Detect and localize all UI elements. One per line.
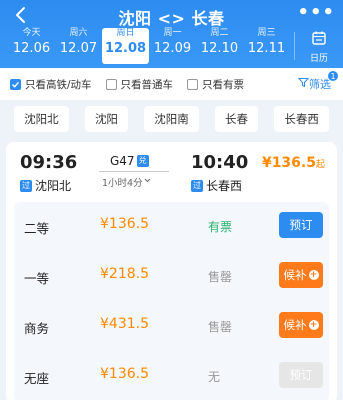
duration-text: 1小时4分 [102, 178, 143, 189]
seat-status: 有票 [208, 220, 233, 234]
seat-name: 一等 [24, 271, 50, 286]
date-tab-1[interactable]: 周六 12.07 [55, 28, 102, 64]
min-price-value: ¥136.5 [261, 155, 316, 171]
station-chips: 沈阳北 沈阳 沈阳南 长春 长春西 [0, 100, 343, 138]
book-button-disabled[interactable]: 预订 [279, 362, 323, 388]
seat-row-no-seat: 无座 ¥136.5 无 预订 [14, 352, 329, 400]
station-chip[interactable]: 长春 [215, 106, 259, 132]
route-line [99, 171, 169, 172]
station-chip[interactable]: 沈阳北 [14, 106, 69, 132]
plus-icon: + [308, 320, 319, 330]
route-title: 沈阳 <> 长春 [118, 9, 225, 28]
seat-name: 无座 [24, 371, 50, 386]
waitlist-button-label: 候补 [283, 318, 307, 332]
book-button-label: 预订 [289, 368, 313, 382]
filter-label: 只看普通车 [120, 78, 174, 91]
seat-status: 无 [208, 370, 221, 384]
departure-time: 09:36 [20, 152, 78, 173]
filter-button[interactable]: 筛选 1 [297, 70, 339, 92]
seat-row-second-class: 二等 ¥136.5 有票 预订 [14, 202, 329, 252]
filter-bar: 只看高铁/动车 只看普通车 只看有票 筛选 1 [0, 68, 343, 100]
date-value: 12.11 [247, 41, 286, 56]
date-tab-5[interactable]: 周三 12.11 [243, 28, 290, 64]
train-card[interactable]: 09:36 G47 兑 1小时4分 10:40 ¥136.5起 过 沈阳北 过 … [6, 142, 337, 400]
calendar-button[interactable]: 日历 [299, 30, 339, 64]
date-value: 12.07 [59, 41, 98, 56]
departure-station-name: 沈阳北 [35, 179, 72, 193]
arrival-station-name: 长春西 [206, 179, 243, 193]
seat-price: ¥136.5 [100, 366, 149, 382]
seat-list: 二等 ¥136.5 有票 预订 一等 ¥218.5 售罄 候补 + 商务 ¥43… [14, 202, 329, 400]
book-button-label: 预订 [289, 218, 313, 232]
checkbox-checked-icon [10, 78, 21, 90]
header: 沈阳 <> 长春 ••• 今天 12.06 周六 12.07 周日 12.08 … [0, 0, 343, 68]
min-price-suffix: 起 [315, 160, 325, 170]
seat-status: 售罄 [208, 270, 233, 284]
chevron-down-icon [143, 176, 152, 188]
seat-price: ¥218.5 [100, 266, 149, 282]
seat-name: 商务 [24, 321, 50, 336]
pass-tag-icon: 过 [20, 179, 32, 192]
station-chip[interactable]: 长春西 [274, 106, 329, 132]
date-value: 12.08 [104, 41, 147, 56]
date-value: 12.10 [200, 41, 239, 56]
more-icon[interactable]: ••• [297, 2, 335, 23]
date-tab-2-selected[interactable]: 周日 12.08 [102, 28, 149, 64]
seat-price: ¥431.5 [100, 316, 149, 332]
filter-label: 只看有票 [202, 78, 245, 91]
arrival-station: 过 长春西 [191, 177, 242, 194]
date-tab-3[interactable]: 周一 12.09 [149, 28, 196, 64]
filter-normal-checkbox[interactable]: 只看普通车 [105, 77, 174, 92]
date-tab-4[interactable]: 周二 12.10 [196, 28, 243, 64]
train-number: G47 兑 [110, 154, 149, 168]
date-weekday: 周六 [69, 28, 88, 38]
date-weekday: 今天 [22, 28, 41, 38]
waitlist-button-label: 候补 [283, 268, 307, 282]
checkbox-icon [187, 78, 199, 90]
seat-row-first-class: 一等 ¥218.5 售罄 候补 + [14, 252, 329, 302]
filter-highspeed-checkbox[interactable]: 只看高铁/动车 [10, 77, 92, 92]
date-weekday: 周一 [163, 28, 182, 38]
book-button[interactable]: 预订 [279, 212, 323, 238]
calendar-icon [311, 31, 327, 50]
station-chip[interactable]: 沈阳 [84, 106, 128, 132]
waitlist-button[interactable]: 候补 + [279, 312, 323, 338]
arrival-time: 10:40 [191, 152, 249, 173]
divider [294, 32, 295, 60]
funnel-icon [297, 77, 310, 91]
train-tag-badge: 兑 [136, 155, 149, 167]
checkbox-icon [105, 78, 117, 90]
plus-icon: + [308, 270, 319, 280]
seat-price: ¥136.5 [100, 216, 149, 232]
date-value: 12.09 [153, 41, 192, 56]
filter-label: 只看高铁/动车 [25, 78, 92, 91]
waitlist-button[interactable]: 候补 + [279, 262, 323, 288]
seat-name: 二等 [24, 221, 50, 236]
date-strip: 今天 12.06 周六 12.07 周日 12.08 周一 12.09 周二 1… [8, 28, 290, 64]
calendar-label: 日历 [309, 54, 328, 64]
seat-status: 售罄 [208, 320, 233, 334]
duration[interactable]: 1小时4分 [102, 175, 152, 189]
date-weekday: 周日 [116, 28, 135, 38]
date-weekday: 周三 [257, 28, 276, 38]
departure-station: 过 沈阳北 [20, 177, 71, 194]
filter-count-badge: 1 [327, 70, 339, 82]
date-weekday: 周二 [210, 28, 229, 38]
date-value: 12.06 [12, 41, 51, 56]
station-chip[interactable]: 沈阳南 [144, 106, 199, 132]
seat-row-business: 商务 ¥431.5 售罄 候补 + [14, 302, 329, 352]
pass-tag-icon: 过 [191, 179, 203, 192]
filter-available-checkbox[interactable]: 只看有票 [187, 77, 244, 92]
train-number-text: G47 [110, 154, 135, 168]
date-tab-0[interactable]: 今天 12.06 [8, 28, 55, 64]
min-price: ¥136.5起 [262, 155, 325, 171]
